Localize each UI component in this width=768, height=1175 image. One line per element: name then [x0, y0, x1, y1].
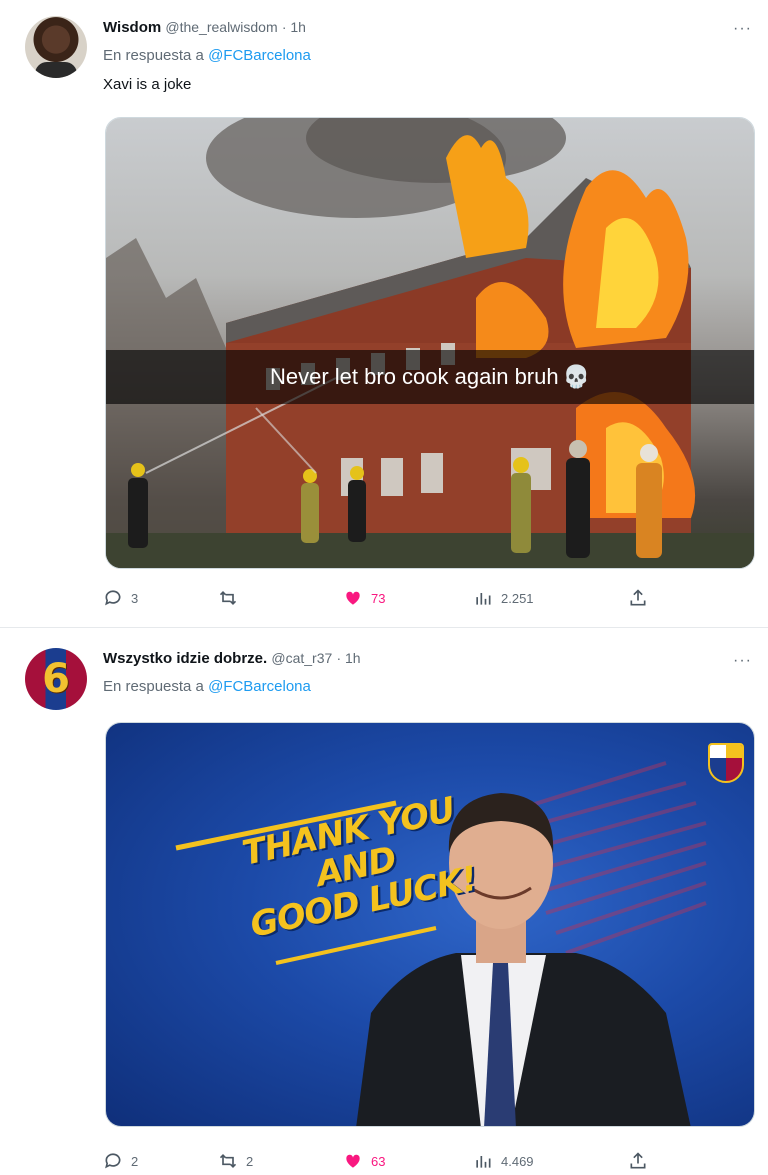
view-count: 4.469	[501, 1153, 534, 1169]
tweet[interactable]: 6 Wszystko idzie dobrze. @cat_r37 · 1h ·…	[0, 628, 768, 1175]
views-button[interactable]: 4.469	[473, 1151, 534, 1171]
tweet-actions: 2 2 63 4.469	[103, 1151, 752, 1175]
reply-count: 2	[131, 1153, 139, 1169]
retweet-icon	[219, 1153, 237, 1169]
tweet-text: Xavi is a joke	[103, 76, 192, 93]
share-button[interactable]	[628, 1151, 648, 1171]
more-horizontal-icon[interactable]: ···	[733, 20, 752, 38]
reply-button[interactable]: 2	[103, 1151, 138, 1171]
reply-button[interactable]: 3	[103, 588, 138, 608]
tweet-time[interactable]: · 1h	[336, 650, 360, 666]
author-name[interactable]: Wszystko idzie dobrze.	[103, 650, 267, 667]
tweet-header: Wisdom @the_realwisdom · 1h	[103, 19, 306, 36]
share-icon	[630, 1152, 646, 1169]
retweet-button[interactable]: 2	[218, 1151, 253, 1171]
avatar[interactable]: 6	[25, 648, 87, 710]
reply-icon	[105, 1153, 121, 1169]
reply-prefix: En respuesta a	[103, 678, 209, 695]
reply-mention-link[interactable]: @FCBarcelona	[208, 678, 311, 695]
meme-caption: Never let bro cook again bruh 💀	[106, 350, 754, 404]
analytics-icon	[476, 1156, 491, 1168]
reply-prefix: En respuesta a	[103, 47, 209, 64]
heart-icon	[346, 1154, 360, 1168]
retweet-button[interactable]	[218, 588, 246, 608]
thank-you-graphic: THANK YOU AND GOOD LUCK!	[106, 723, 754, 1126]
view-count: 2.251	[501, 590, 534, 606]
heart-icon	[346, 591, 360, 605]
skull-emoji-icon: 💀	[562, 364, 591, 389]
tweet[interactable]: Wisdom @the_realwisdom · 1h ··· En respu…	[0, 0, 768, 628]
analytics-icon	[476, 593, 491, 605]
fc-barcelona-crest-icon	[708, 743, 744, 783]
like-count: 63	[371, 1153, 386, 1169]
more-horizontal-icon[interactable]: ···	[733, 652, 752, 670]
share-button[interactable]	[628, 588, 648, 608]
share-icon	[630, 589, 646, 606]
like-button[interactable]: 73	[343, 588, 385, 608]
avatar[interactable]	[25, 16, 87, 78]
retweet-icon	[219, 590, 237, 606]
tweet-actions: 3 73 2.251	[103, 588, 752, 612]
caption-text: Never let bro cook again bruh	[269, 364, 559, 389]
tweet-media-image[interactable]: Never let bro cook again bruh 💀	[105, 117, 755, 569]
tweet-feed: Wisdom @the_realwisdom · 1h ··· En respu…	[0, 0, 768, 1175]
reply-context: En respuesta a @FCBarcelona	[103, 47, 311, 64]
like-count: 73	[371, 590, 386, 606]
author-handle[interactable]: @cat_r37	[271, 650, 332, 666]
reply-mention-link[interactable]: @FCBarcelona	[208, 47, 311, 64]
tweet-media-image[interactable]: THANK YOU AND GOOD LUCK!	[105, 722, 755, 1127]
reply-icon	[105, 590, 121, 606]
reply-count: 3	[131, 590, 139, 606]
avatar-number: 6	[42, 656, 70, 702]
retweet-count: 2	[246, 1153, 254, 1169]
views-button[interactable]: 2.251	[473, 588, 534, 608]
author-name[interactable]: Wisdom	[103, 19, 161, 36]
reply-context: En respuesta a @FCBarcelona	[103, 678, 311, 695]
tweet-header: Wszystko idzie dobrze. @cat_r37 · 1h	[103, 650, 361, 667]
like-button[interactable]: 63	[343, 1151, 385, 1171]
burning-building-photo: Never let bro cook again bruh 💀	[106, 118, 754, 568]
tweet-time[interactable]: · 1h	[282, 19, 306, 35]
author-handle[interactable]: @the_realwisdom	[165, 19, 277, 35]
